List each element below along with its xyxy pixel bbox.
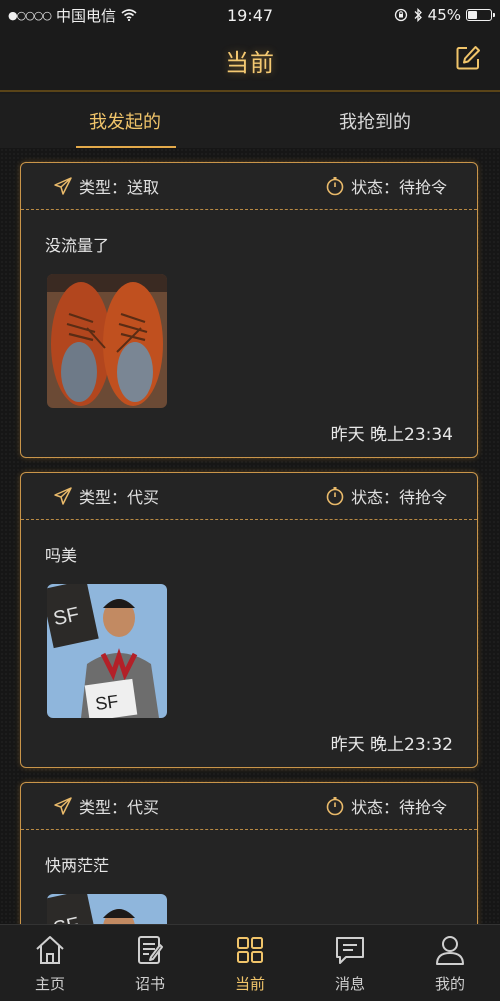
home-icon [36, 936, 64, 964]
card-header: 类型：送取 状态：待抢令 [21, 163, 477, 210]
battery-percent: 45% [427, 6, 461, 24]
card-header: 类型：代买 状态：待抢令 [21, 473, 477, 520]
card-text: 吗美 [45, 546, 78, 565]
paper-plane-icon [54, 797, 72, 815]
paper-plane-icon [54, 487, 72, 505]
tab-home-label: 主页 [34, 975, 65, 993]
nav-header: 当前 [0, 30, 500, 92]
tab-profile-label: 我的 [434, 975, 465, 993]
stopwatch-icon [326, 177, 344, 196]
order-card[interactable]: 类型：代买 状态：待抢令 吗美 SF SF 昨天 晚上23:32 [20, 472, 478, 768]
order-card[interactable]: 类型：送取 状态：待抢令 没流量了 昨天 晚上23:34 [20, 162, 478, 458]
edict-icon [138, 936, 163, 964]
segment-tabs: 我发起的 我抢到的 [0, 94, 500, 148]
stopwatch-icon [326, 487, 344, 506]
tab-grabbed[interactable]: 我抢到的 [250, 94, 500, 148]
status-meta: 状态：待抢令 [325, 794, 447, 818]
order-card[interactable]: 类型：代买 状态：待抢令 快两茫茫 SF [20, 782, 478, 924]
stopwatch-icon [326, 797, 344, 816]
courier-photo[interactable]: SF [47, 894, 167, 924]
status-label: 状态：待抢令 [350, 178, 447, 197]
grid-icon [237, 937, 263, 963]
edit-icon[interactable] [454, 44, 482, 72]
status-label: 状态：待抢令 [350, 798, 447, 817]
battery-fill [468, 11, 478, 19]
brown-shoes-photo[interactable] [47, 274, 167, 408]
tab-current-label: 当前 [234, 975, 265, 993]
svg-text:SF: SF [94, 691, 120, 714]
message-icon [336, 937, 364, 964]
type-meta: 类型：代买 [53, 794, 159, 818]
paper-plane-icon [54, 177, 72, 195]
tab-current[interactable]: 当前 [200, 925, 300, 1001]
type-meta: 类型：送取 [53, 174, 159, 198]
page-title: 当前 [225, 48, 275, 77]
type-label: 类型：送取 [79, 178, 160, 197]
tab-messages[interactable]: 消息 [300, 925, 400, 1001]
card-timestamp: 昨天 晚上23:34 [330, 425, 453, 445]
card-text: 快两茫茫 [45, 856, 110, 875]
status-left: ●○○○○ 中国电信 [8, 5, 137, 26]
tab-messages-label: 消息 [334, 975, 365, 993]
type-label: 类型：代买 [79, 488, 160, 507]
bluetooth-icon [414, 8, 422, 22]
carrier-label: 中国电信 [56, 6, 117, 25]
tab-edict[interactable]: 诏书 [100, 925, 200, 1001]
card-header: 类型：代买 状态：待抢令 [21, 783, 477, 830]
card-text: 没流量了 [45, 236, 110, 255]
type-meta: 类型：代买 [53, 484, 159, 508]
bottom-tab-bar: 主页 诏书 当前 消息 我的 [0, 924, 500, 1001]
signal-icon: ●○○○○ [8, 8, 52, 22]
tab-profile[interactable]: 我的 [400, 925, 500, 1001]
status-label: 状态：待抢令 [350, 488, 447, 507]
wifi-icon [121, 9, 137, 21]
tab-edict-label: 诏书 [134, 975, 165, 993]
battery-icon [466, 9, 495, 21]
card-timestamp: 昨天 晚上23:32 [330, 735, 453, 755]
tab-home[interactable]: 主页 [0, 925, 100, 1001]
orientation-lock-icon [394, 8, 407, 22]
status-meta: 状态：待抢令 [325, 484, 447, 508]
order-feed[interactable]: 类型：送取 状态：待抢令 没流量了 昨天 晚上23:34 类型：代买 状态：待抢… [0, 148, 500, 924]
user-icon [436, 936, 464, 965]
courier-photo[interactable]: SF SF [47, 584, 167, 718]
tab-initiated[interactable]: 我发起的 [0, 94, 250, 148]
status-meta: 状态：待抢令 [325, 174, 447, 198]
status-bar: ●○○○○ 中国电信 19:47 45% [0, 0, 500, 30]
type-label: 类型：代买 [79, 798, 160, 817]
status-right: 45% [394, 6, 495, 24]
